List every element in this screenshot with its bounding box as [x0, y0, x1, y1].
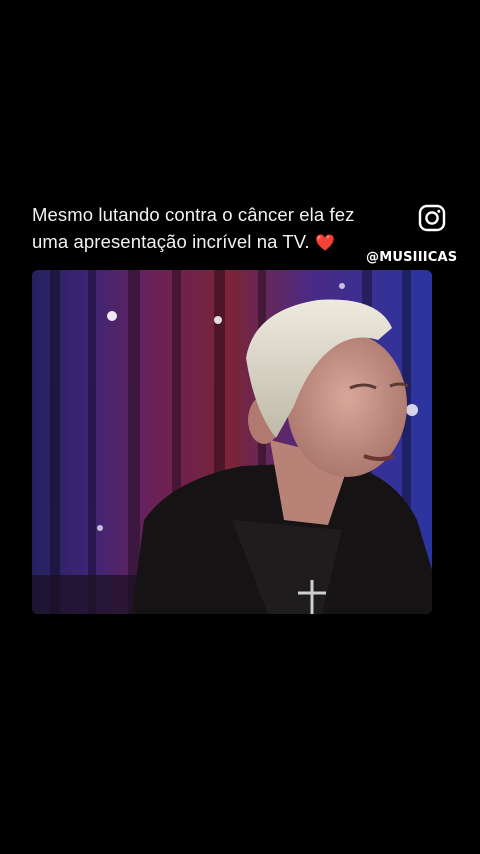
post-caption: Mesmo lutando contra o câncer ela fez um…	[32, 201, 392, 256]
heart-emoji: ❤️	[315, 233, 336, 252]
video-player[interactable]	[32, 270, 432, 614]
account-handle: @MUSIIICAS	[366, 250, 458, 265]
instagram-icon	[418, 204, 446, 232]
video-frame	[32, 270, 432, 614]
caption-text: Mesmo lutando contra o câncer ela fez um…	[32, 204, 355, 252]
